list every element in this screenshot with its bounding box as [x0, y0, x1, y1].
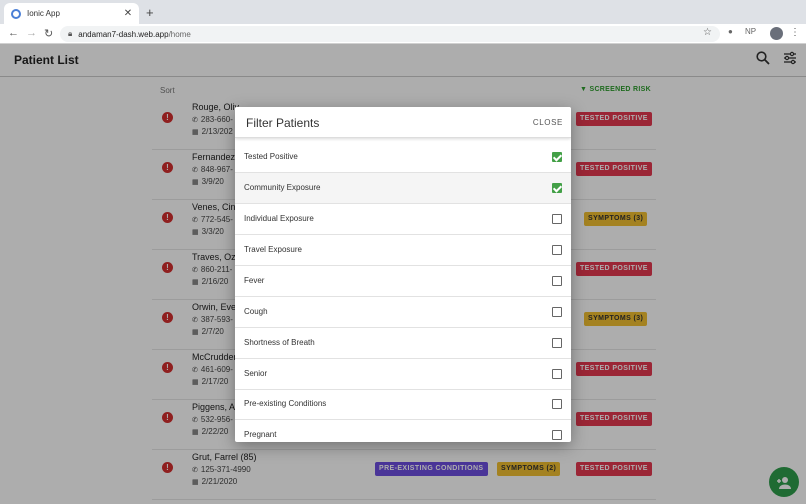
checkbox[interactable]	[552, 245, 562, 255]
checkbox[interactable]	[552, 183, 562, 193]
checkbox[interactable]	[552, 338, 562, 348]
checkbox[interactable]	[552, 152, 562, 162]
filter-option-tested-positive[interactable]: Tested Positive	[235, 142, 571, 173]
tab-title: Ionic App	[27, 9, 60, 18]
filter-option-label: Fever	[244, 276, 265, 285]
filter-option-label: Senior	[244, 369, 268, 378]
dialog-header: Filter Patients CLOSE	[235, 107, 571, 138]
forward-icon[interactable]: →	[26, 27, 37, 39]
checkbox[interactable]	[552, 276, 562, 286]
filter-option-label: Pre-existing Conditions	[244, 399, 327, 408]
new-tab-icon[interactable]: +	[146, 5, 154, 20]
filter-option-label: Travel Exposure	[244, 245, 302, 254]
filter-option-label: Tested Positive	[244, 152, 298, 161]
checkbox[interactable]	[552, 399, 562, 409]
checkbox[interactable]	[552, 369, 562, 379]
checkbox[interactable]	[552, 214, 562, 224]
bookmark-star-icon[interactable]: ☆	[703, 27, 712, 38]
tab-close-icon[interactable]: ✕	[121, 8, 135, 19]
browser-menu-icon[interactable]: ⋮	[790, 27, 800, 38]
browser-tab-bar: Ionic App ✕ +	[0, 0, 806, 24]
dialog-title: Filter Patients	[246, 116, 320, 130]
url-host: andaman7-dash.web.app	[78, 29, 169, 39]
checkbox[interactable]	[552, 307, 562, 317]
filter-option-cough[interactable]: Cough	[235, 297, 571, 328]
filter-option-shortness-of-breath[interactable]: Shortness of Breath	[235, 328, 571, 359]
url-field[interactable]: 🔒︎ andaman7-dash.web.app/home ☆	[60, 26, 720, 42]
close-button[interactable]: CLOSE	[533, 118, 563, 127]
back-icon[interactable]: ←	[8, 27, 19, 39]
browser-tab[interactable]: Ionic App ✕	[4, 3, 139, 24]
filter-dialog: Filter Patients CLOSE Tested Positive Co…	[235, 107, 571, 442]
filter-option-label: Cough	[244, 307, 268, 316]
filter-option-senior[interactable]: Senior	[235, 359, 571, 390]
checkbox[interactable]	[552, 430, 562, 440]
filter-option-pre-existing[interactable]: Pre-existing Conditions	[235, 389, 571, 420]
filter-option-label: Shortness of Breath	[244, 338, 315, 347]
filter-option-individual-exposure[interactable]: Individual Exposure	[235, 204, 571, 235]
reload-icon[interactable]: ↻	[44, 27, 53, 40]
filter-option-label: Individual Exposure	[244, 214, 314, 223]
filter-option-travel-exposure[interactable]: Travel Exposure	[235, 235, 571, 266]
favicon-icon	[11, 8, 21, 19]
filter-option-label: Community Exposure	[244, 183, 321, 192]
profile-avatar[interactable]	[770, 27, 783, 40]
lock-icon: 🔒︎	[68, 29, 73, 38]
extension-icon[interactable]: ●	[728, 27, 733, 36]
filter-option-label: Pregnant	[244, 430, 277, 439]
address-bar: ← → ↻ 🔒︎ andaman7-dash.web.app/home ☆ ● …	[0, 24, 806, 44]
url-path: /home	[168, 29, 191, 39]
filter-option-pregnant[interactable]: Pregnant	[235, 420, 571, 442]
filter-option-fever[interactable]: Fever	[235, 266, 571, 297]
extension-np-icon[interactable]: NP	[745, 27, 756, 36]
filter-option-community-exposure[interactable]: Community Exposure	[235, 173, 571, 204]
